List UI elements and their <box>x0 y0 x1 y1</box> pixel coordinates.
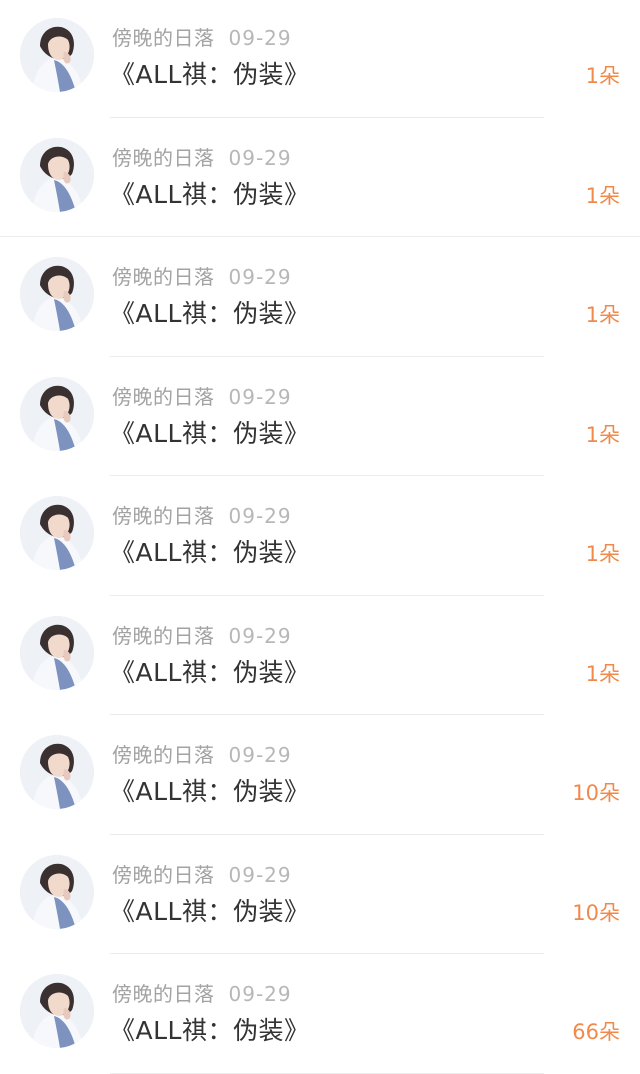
username[interactable]: 傍晚的日落 <box>112 504 215 528</box>
work-title[interactable]: 《ALL祺：伪装》 <box>110 1014 309 1048</box>
list-item[interactable]: 傍晚的日落 09-29 《ALL祺：伪装》 1朵 <box>0 359 640 479</box>
timestamp: 09-29 <box>228 265 292 289</box>
avatar[interactable] <box>20 257 94 331</box>
work-title[interactable]: 《ALL祺：伪装》 <box>110 297 309 331</box>
divider <box>110 714 544 715</box>
divider <box>110 355 544 357</box>
gift-record-list: 傍晚的日落 09-29 《ALL祺：伪装》 1朵 傍晚的日落 09-29 《ALL祺… <box>0 0 640 1074</box>
avatar[interactable] <box>20 854 94 929</box>
gift-count: 10朵 <box>572 900 620 925</box>
meta-line: 傍晚的日落 09-29 <box>112 980 292 1008</box>
meta-line: 傍晚的日落 09-29 <box>112 741 292 769</box>
work-title[interactable]: 《ALL祺：伪装》 <box>110 656 309 690</box>
work-title[interactable]: 《ALL祺：伪装》 <box>110 895 309 929</box>
divider <box>0 236 640 237</box>
divider <box>110 953 544 954</box>
work-title[interactable]: 《ALL祺：伪装》 <box>110 417 309 451</box>
gift-count: 1朵 <box>585 661 620 686</box>
username[interactable]: 傍晚的日落 <box>112 863 215 887</box>
list-item[interactable]: 傍晚的日落 09-29 《ALL祺：伪装》 1朵 <box>0 239 640 359</box>
list-item[interactable]: 傍晚的日落 09-29 《ALL祺：伪装》 1朵 <box>0 478 640 598</box>
timestamp: 09-29 <box>228 504 292 528</box>
meta-line: 傍晚的日落 09-29 <box>112 263 292 291</box>
timestamp: 09-29 <box>228 982 292 1006</box>
timestamp: 09-29 <box>228 623 292 648</box>
work-title[interactable]: 《ALL祺：伪装》 <box>110 58 309 92</box>
work-title[interactable]: 《ALL祺：伪装》 <box>110 536 309 570</box>
username[interactable]: 傍晚的日落 <box>112 743 215 767</box>
avatar[interactable] <box>20 496 94 570</box>
divider <box>110 594 544 596</box>
gift-count: 1朵 <box>585 422 620 447</box>
meta-line: 傍晚的日落 09-29 <box>112 24 292 52</box>
divider <box>110 116 544 118</box>
username[interactable]: 傍晚的日落 <box>112 146 215 170</box>
username[interactable]: 傍晚的日落 <box>112 624 215 648</box>
avatar[interactable] <box>20 137 94 212</box>
timestamp: 09-29 <box>228 26 292 50</box>
username[interactable]: 傍晚的日落 <box>112 982 215 1006</box>
divider <box>110 475 544 476</box>
list-item[interactable]: 傍晚的日落 09-29 《ALL祺：伪装》 1朵 <box>0 0 640 120</box>
gift-count: 1朵 <box>585 303 620 327</box>
gift-count: 1朵 <box>585 64 620 88</box>
list-item[interactable]: 傍晚的日落 09-29 《ALL祺：伪装》 10朵 <box>0 717 640 837</box>
username[interactable]: 傍晚的日落 <box>112 26 215 50</box>
avatar[interactable] <box>20 974 94 1048</box>
meta-line: 傍晚的日落 09-29 <box>112 861 292 889</box>
gift-count: 1朵 <box>585 183 620 208</box>
gift-count: 1朵 <box>585 542 620 566</box>
work-title[interactable]: 《ALL祺：伪装》 <box>110 775 309 809</box>
meta-line: 傍晚的日落 09-29 <box>112 144 292 172</box>
timestamp: 09-29 <box>228 145 292 170</box>
timestamp: 09-29 <box>228 384 292 409</box>
avatar[interactable] <box>20 735 94 809</box>
avatar[interactable] <box>20 18 94 92</box>
timestamp: 09-29 <box>228 743 292 767</box>
username[interactable]: 傍晚的日落 <box>112 265 215 289</box>
list-item[interactable]: 傍晚的日落 09-29 《ALL祺：伪装》 1朵 <box>0 120 640 240</box>
meta-line: 傍晚的日落 09-29 <box>112 622 292 650</box>
divider <box>110 1072 544 1074</box>
gift-count: 66朵 <box>572 1020 620 1044</box>
gift-count: 10朵 <box>572 781 620 805</box>
work-title[interactable]: 《ALL祺：伪装》 <box>110 178 309 212</box>
list-item[interactable]: 傍晚的日落 09-29 《ALL祺：伪装》 1朵 <box>0 598 640 718</box>
divider <box>110 833 544 835</box>
list-item[interactable]: 傍晚的日落 09-29 《ALL祺：伪装》 66朵 <box>0 956 640 1074</box>
meta-line: 傍晚的日落 09-29 <box>112 502 292 530</box>
avatar[interactable] <box>20 376 94 451</box>
username[interactable]: 傍晚的日落 <box>112 385 215 409</box>
timestamp: 09-29 <box>228 862 292 887</box>
avatar[interactable] <box>20 615 94 690</box>
list-item[interactable]: 傍晚的日落 09-29 《ALL祺：伪装》 10朵 <box>0 837 640 957</box>
meta-line: 傍晚的日落 09-29 <box>112 383 292 411</box>
